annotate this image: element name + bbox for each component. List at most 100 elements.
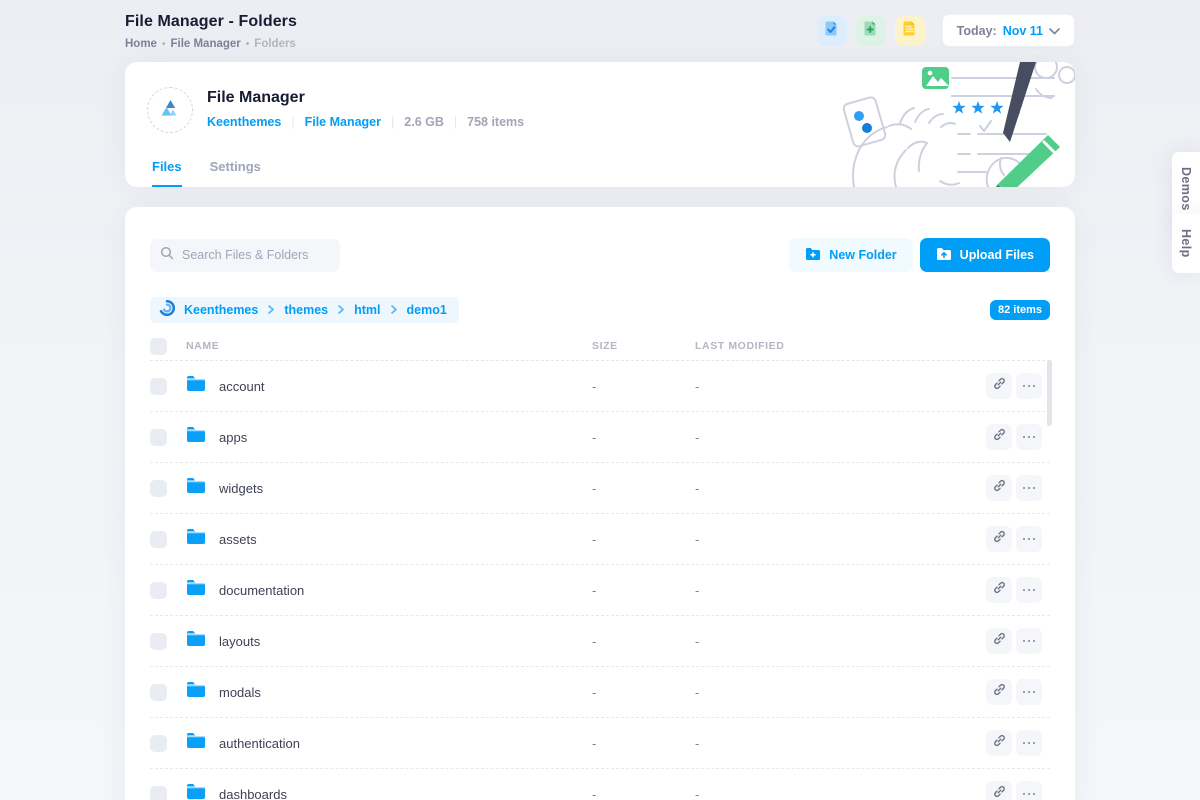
path-crumb-themes[interactable]: themes <box>284 303 328 317</box>
modified-value: - <box>695 532 985 547</box>
path-row: Keenthemes themes html demo1 82 items <box>150 297 1050 323</box>
more-actions-button[interactable] <box>1016 628 1042 654</box>
more-actions-button[interactable] <box>1016 577 1042 603</box>
help-tab[interactable]: Help <box>1172 214 1200 273</box>
upload-files-label: Upload Files <box>960 248 1034 262</box>
more-actions-button[interactable] <box>1016 679 1042 705</box>
tab-settings[interactable]: Settings <box>210 159 261 187</box>
folder-name-link[interactable]: apps <box>219 430 247 445</box>
copy-link-button[interactable] <box>986 526 1012 552</box>
row-checkbox[interactable] <box>150 786 167 800</box>
folder-name-link[interactable]: dashboards <box>219 787 287 800</box>
page-header: File Manager - Folders Home • File Manag… <box>125 10 1075 50</box>
chevron-right-icon <box>337 301 345 319</box>
size-value: - <box>592 379 695 394</box>
table-row: dashboards - - <box>150 769 1050 800</box>
column-header-name: NAME <box>186 340 592 352</box>
ellipsis-icon <box>1023 487 1036 490</box>
file-lines-icon <box>901 20 918 42</box>
select-all-checkbox[interactable] <box>150 338 167 355</box>
file-list-card: New Folder Upload Files Keenthemes theme… <box>125 207 1075 800</box>
folder-name-link[interactable]: assets <box>219 532 257 547</box>
modified-value: - <box>695 430 985 445</box>
table-row: documentation - - <box>150 565 1050 616</box>
modified-value: - <box>695 379 985 394</box>
table-row: authentication - - <box>150 718 1050 769</box>
modified-value: - <box>695 787 985 800</box>
row-checkbox[interactable] <box>150 633 167 650</box>
folder-icon <box>186 579 206 601</box>
upload-files-button[interactable]: Upload Files <box>920 238 1050 272</box>
link-icon <box>993 785 1006 800</box>
more-actions-button[interactable] <box>1016 730 1042 756</box>
breadcrumb-file-manager[interactable]: File Manager <box>170 38 240 50</box>
total-items: 758 items <box>467 115 524 129</box>
meta-divider: | <box>391 115 394 129</box>
table-row: account - - <box>150 361 1050 412</box>
size-value: - <box>592 634 695 649</box>
folder-name-link[interactable]: modals <box>219 685 261 700</box>
folder-name-link[interactable]: documentation <box>219 583 304 598</box>
quick-action-file-check-button[interactable] <box>817 16 847 46</box>
search-box[interactable] <box>150 239 340 272</box>
table-row: widgets - - <box>150 463 1050 514</box>
keenthemes-logo-icon <box>157 95 183 126</box>
chevron-right-icon <box>390 301 398 319</box>
row-checkbox[interactable] <box>150 378 167 395</box>
row-checkbox[interactable] <box>150 429 167 446</box>
category-link[interactable]: File Manager <box>305 115 381 129</box>
more-actions-button[interactable] <box>1016 526 1042 552</box>
modified-value: - <box>695 481 985 496</box>
table-header: NAME SIZE LAST MODIFIED <box>150 332 1050 361</box>
topbar-actions: Today: Nov 11 <box>817 10 1075 47</box>
more-actions-button[interactable] <box>1016 781 1042 800</box>
path-crumb-keenthemes[interactable]: Keenthemes <box>184 303 258 317</box>
copy-link-button[interactable] <box>986 730 1012 756</box>
date-picker-button[interactable]: Today: Nov 11 <box>942 14 1075 47</box>
quick-action-file-lines-button[interactable] <box>895 16 925 46</box>
folder-icon <box>186 681 206 703</box>
folder-name-link[interactable]: widgets <box>219 481 263 496</box>
size-value: - <box>592 787 695 800</box>
path-crumb-demo1[interactable]: demo1 <box>407 303 447 317</box>
size-value: - <box>592 481 695 496</box>
more-actions-button[interactable] <box>1016 373 1042 399</box>
folder-icon <box>186 732 206 754</box>
column-header-modified: LAST MODIFIED <box>695 340 985 352</box>
table-scrollbar[interactable] <box>1047 360 1052 426</box>
copy-link-button[interactable] <box>986 679 1012 705</box>
row-checkbox[interactable] <box>150 480 167 497</box>
owner-link[interactable]: Keenthemes <box>207 115 281 129</box>
search-input[interactable] <box>182 248 330 262</box>
app-info: File Manager Keenthemes | File Manager |… <box>207 89 524 129</box>
modified-value: - <box>695 736 985 751</box>
copy-link-button[interactable] <box>986 628 1012 654</box>
copy-link-button[interactable] <box>986 373 1012 399</box>
quick-action-file-plus-button[interactable] <box>856 16 886 46</box>
new-folder-button[interactable]: New Folder <box>789 238 912 272</box>
path-crumb-html[interactable]: html <box>354 303 380 317</box>
folder-icon <box>186 528 206 550</box>
copy-link-button[interactable] <box>986 781 1012 800</box>
app-header-card: File Manager Keenthemes | File Manager |… <box>125 62 1075 187</box>
page-header-left: File Manager - Folders Home • File Manag… <box>125 10 297 50</box>
row-checkbox[interactable] <box>150 582 167 599</box>
row-checkbox[interactable] <box>150 684 167 701</box>
copy-link-button[interactable] <box>986 577 1012 603</box>
link-icon <box>993 377 1006 395</box>
row-checkbox[interactable] <box>150 531 167 548</box>
folder-name-link[interactable]: layouts <box>219 634 260 649</box>
table-row: apps - - <box>150 412 1050 463</box>
file-plus-icon <box>862 20 879 42</box>
link-icon <box>993 734 1006 752</box>
more-actions-button[interactable] <box>1016 475 1042 501</box>
copy-link-button[interactable] <box>986 475 1012 501</box>
copy-link-button[interactable] <box>986 424 1012 450</box>
size-value: - <box>592 736 695 751</box>
tab-files[interactable]: Files <box>152 159 182 187</box>
row-checkbox[interactable] <box>150 735 167 752</box>
folder-name-link[interactable]: authentication <box>219 736 300 751</box>
folder-name-link[interactable]: account <box>219 379 265 394</box>
more-actions-button[interactable] <box>1016 424 1042 450</box>
breadcrumb-home[interactable]: Home <box>125 38 157 50</box>
